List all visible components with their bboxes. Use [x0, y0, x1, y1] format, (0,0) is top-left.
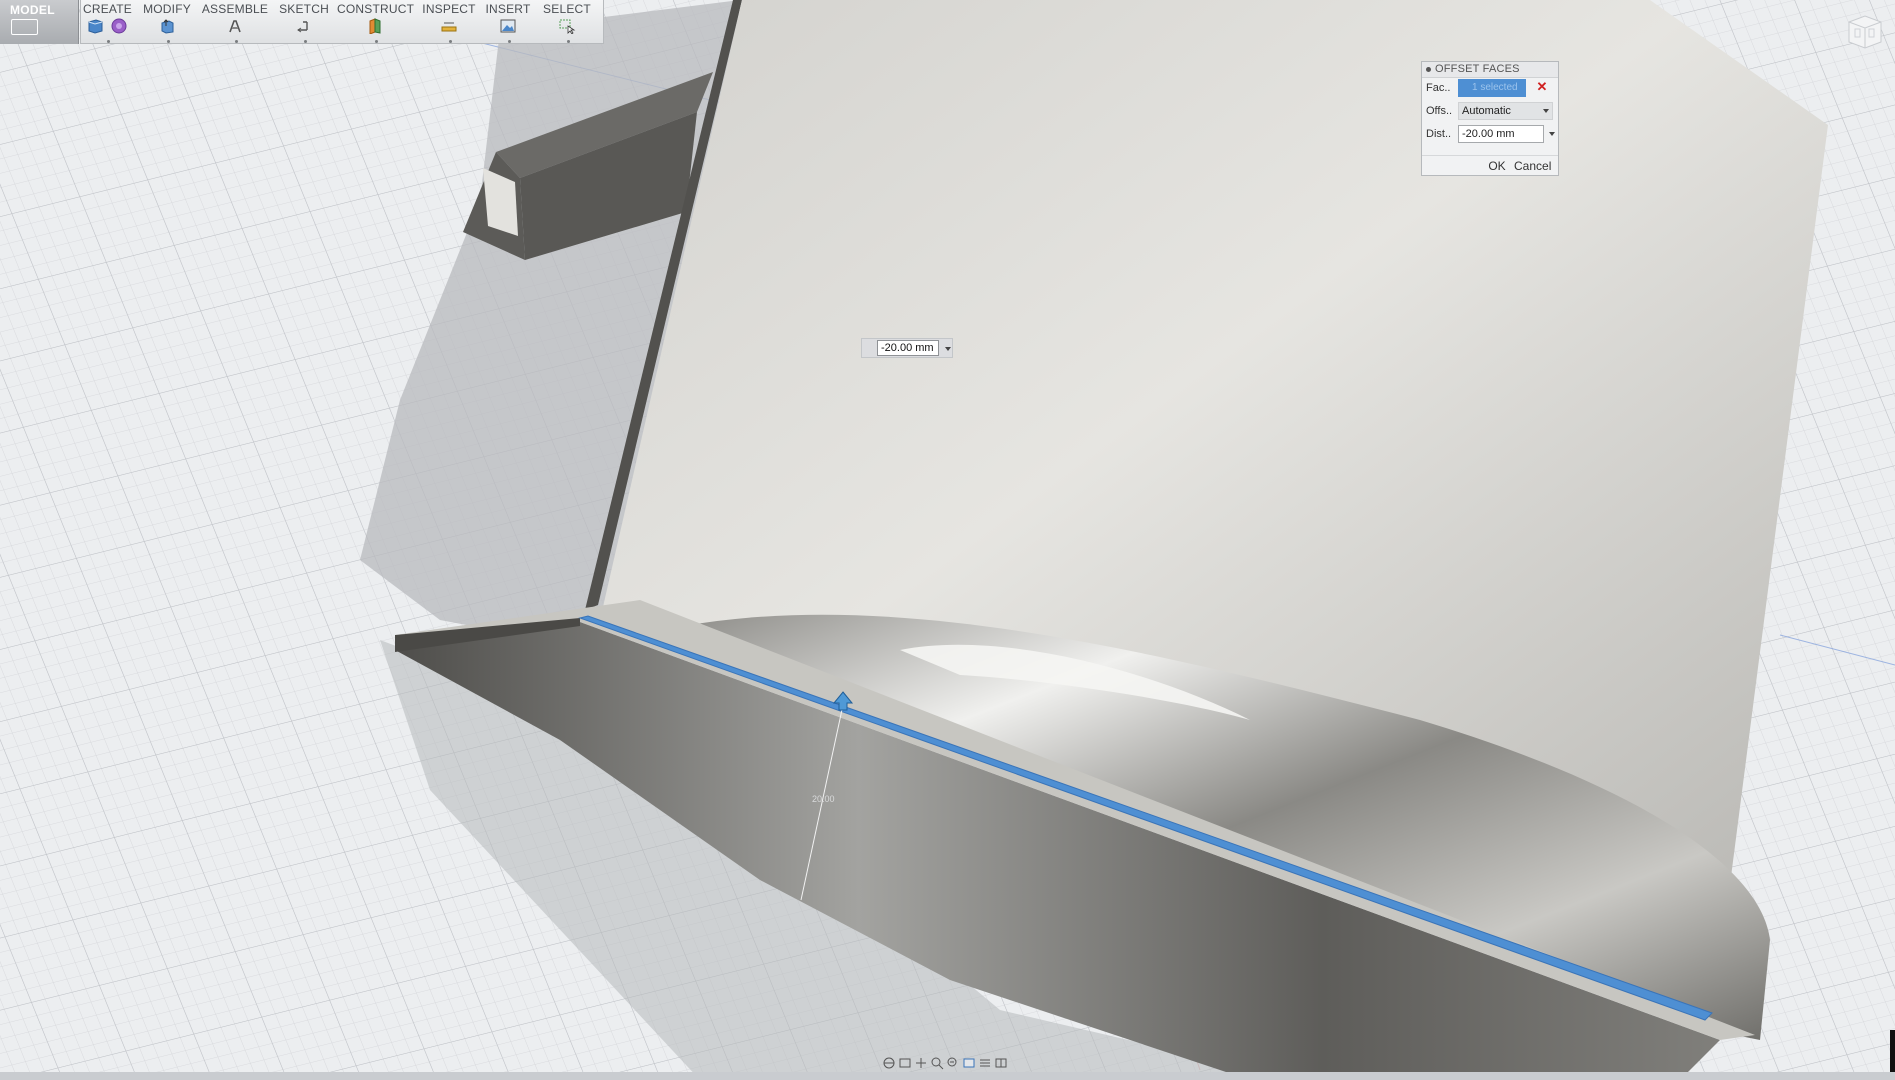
insert-dropdown-dot — [508, 40, 511, 43]
zoom-icon[interactable] — [930, 1056, 944, 1070]
distance-input[interactable] — [1458, 125, 1544, 143]
toolbar-sketch-label: SKETCH — [279, 2, 329, 16]
clear-selection-icon[interactable]: ✕ — [1535, 79, 1549, 95]
offset-type-select[interactable]: Automatic — [1458, 102, 1553, 120]
view-cube[interactable] — [1843, 12, 1887, 52]
faces-selection-field[interactable]: 1 selected — [1458, 79, 1526, 97]
toolbar-create-label: CREATE — [83, 2, 132, 16]
sketch-dropdown-dot — [304, 40, 307, 43]
toolbar-inspect-label: INSPECT — [422, 2, 476, 16]
distance-hud — [861, 338, 953, 358]
distance-row: Dist.. — [1422, 124, 1558, 144]
toolbar-sketch[interactable]: SKETCH — [277, 2, 331, 43]
dialog-title-bar[interactable]: OFFSET FACES — [1422, 62, 1558, 78]
press-pull-icon[interactable] — [158, 18, 176, 34]
toolbar-assemble[interactable]: ASSEMBLE — [199, 2, 271, 43]
faces-label: Fac.. — [1426, 82, 1451, 94]
create-dropdown-dot — [107, 40, 110, 43]
cancel-button[interactable]: Cancel — [1514, 158, 1558, 174]
model-viewport[interactable] — [0, 0, 1895, 1080]
plane-icon[interactable] — [366, 18, 384, 34]
toolbar: CREATE MODIFY ASSEMBLE SKETCH CONSTRUCT … — [80, 0, 604, 44]
toolbar-select-label: SELECT — [543, 2, 591, 16]
distance-label: Dist.. — [1426, 128, 1452, 140]
form-icon[interactable] — [110, 18, 128, 34]
toolbar-create[interactable]: CREATE — [83, 2, 132, 43]
orbit-icon[interactable] — [882, 1056, 896, 1070]
joint-icon[interactable] — [226, 18, 244, 34]
sketch-icon[interactable] — [295, 18, 313, 34]
chevron-down-icon — [1543, 109, 1549, 113]
assemble-dropdown-dot — [235, 40, 238, 43]
distance-chevron-down-icon[interactable] — [1549, 132, 1555, 136]
hud-chevron-down-icon[interactable] — [945, 347, 951, 351]
fit-icon[interactable] — [946, 1056, 960, 1070]
status-bar — [0, 1072, 1895, 1080]
construct-dropdown-dot — [375, 40, 378, 43]
select-dropdown-dot — [567, 40, 570, 43]
offset-faces-dialog: OFFSET FACES Fac.. 1 selected ✕ Offs.. A… — [1421, 61, 1559, 176]
toolbar-inspect[interactable]: INSPECT — [421, 2, 477, 43]
toolbar-assemble-label: ASSEMBLE — [201, 2, 269, 16]
select-icon[interactable] — [558, 18, 576, 34]
workspace-switcher[interactable]: MODEL — [0, 0, 79, 44]
toolbar-insert[interactable]: INSERT — [483, 2, 533, 43]
toolbar-construct[interactable]: CONSTRUCT — [337, 2, 415, 43]
toolbar-insert-label: INSERT — [485, 2, 531, 16]
workspace-icon — [11, 19, 38, 35]
offset-type-value: Automatic — [1462, 105, 1511, 117]
toolbar-construct-label: CONSTRUCT — [337, 2, 415, 16]
viewports-icon[interactable] — [994, 1056, 1008, 1070]
insert-image-icon[interactable] — [499, 18, 517, 34]
toolbar-modify-label: MODIFY — [143, 2, 191, 16]
measure-icon[interactable] — [440, 18, 458, 34]
toolbar-select[interactable]: SELECT — [539, 2, 595, 43]
inspect-dropdown-dot — [449, 40, 452, 43]
faces-row: Fac.. 1 selected ✕ — [1422, 78, 1558, 98]
box-icon[interactable] — [86, 18, 104, 34]
pan-icon[interactable] — [914, 1056, 928, 1070]
dialog-title: OFFSET FACES — [1435, 63, 1520, 75]
workspace-label: MODEL — [10, 3, 55, 17]
grid-settings-icon[interactable] — [978, 1056, 992, 1070]
modify-dropdown-dot — [167, 40, 170, 43]
faces-selection-value: 1 selected — [1472, 82, 1518, 93]
look-at-icon[interactable] — [898, 1056, 912, 1070]
toolbar-modify[interactable]: MODIFY — [141, 2, 193, 43]
offset-type-label: Offs.. — [1426, 105, 1453, 117]
navigation-bar — [882, 1056, 1012, 1072]
hud-distance-input[interactable] — [877, 340, 939, 356]
collapse-bullet-icon[interactable] — [1426, 67, 1431, 72]
dialog-divider — [1422, 155, 1558, 156]
dimension-label: 20.00 — [812, 794, 835, 804]
offset-type-row: Offs.. Automatic — [1422, 101, 1558, 121]
display-settings-icon[interactable] — [962, 1056, 976, 1070]
ok-button[interactable]: OK — [1482, 158, 1512, 174]
